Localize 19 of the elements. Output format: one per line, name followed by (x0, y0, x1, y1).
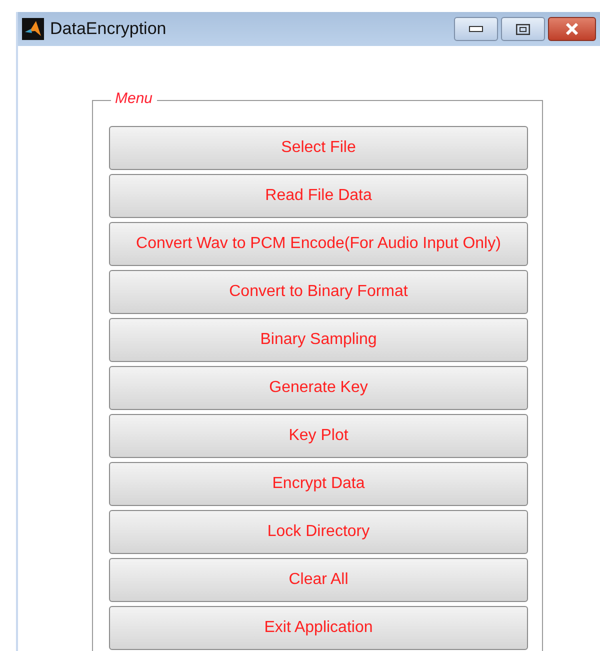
maximize-icon (516, 24, 530, 34)
minimize-icon (469, 26, 483, 32)
menu-button[interactable]: Clear All (109, 558, 528, 602)
menu-button[interactable]: Read File Data (109, 174, 528, 218)
close-icon (565, 23, 579, 35)
app-icon (22, 18, 44, 40)
window-title: DataEncryption (50, 19, 166, 39)
menu-button[interactable]: Key Plot (109, 414, 528, 458)
menu-button[interactable]: Convert to Binary Format (109, 270, 528, 314)
menu-button[interactable]: Exit Application (109, 606, 528, 650)
menu-button[interactable]: Generate Key (109, 366, 528, 410)
maximize-button[interactable] (501, 17, 545, 41)
menu-button[interactable]: Convert Wav to PCM Encode(For Audio Input Only) (109, 222, 528, 266)
minimize-button[interactable] (454, 17, 498, 41)
menu-button[interactable]: Select File (109, 126, 528, 170)
menu-button[interactable]: Encrypt Data (109, 462, 528, 506)
menu-button[interactable]: Binary Sampling (109, 318, 528, 362)
menu-button[interactable]: Lock Directory (109, 510, 528, 554)
close-button[interactable] (548, 17, 596, 41)
